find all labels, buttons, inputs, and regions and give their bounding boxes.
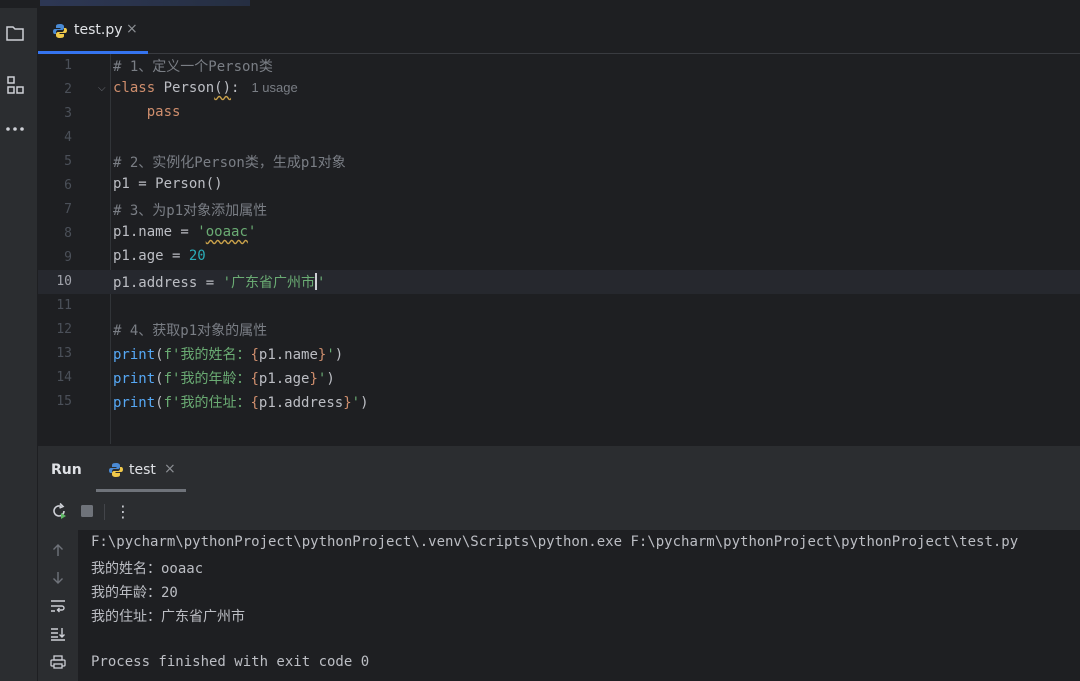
code-line[interactable]: 4 <box>38 126 1080 150</box>
code-text: p1.address = '广东省广州市 ' <box>113 273 326 291</box>
line-number: 7 <box>64 202 72 217</box>
code-line[interactable]: 2 ⌵ class Person(): 1 usage <box>38 78 1080 102</box>
code-line[interactable]: 8 p1.name = 'ooaac' <box>38 222 1080 246</box>
tab-label: test.py <box>74 22 123 38</box>
line-number: 4 <box>64 130 72 145</box>
print-icon[interactable] <box>48 652 68 672</box>
folder-icon[interactable] <box>4 22 26 44</box>
run-tab-indicator <box>96 489 186 492</box>
code-text: p1.name = 'ooaac' <box>113 224 257 240</box>
console-line: Process finished with exit code 0 <box>91 654 370 670</box>
code-text: pass <box>146 104 181 120</box>
options-icon[interactable]: ⋮ <box>112 500 134 522</box>
code-text: # 4、获取p1对象的属性 <box>113 323 268 339</box>
run-panel: Run test × ⋮ F:\pycharm\pythonProject\py… <box>38 446 1080 681</box>
line-number: 10 <box>56 274 72 289</box>
code-line[interactable]: 5 # 2、实例化Person类，生成p1对象 <box>38 150 1080 174</box>
fold-chevron-icon[interactable]: ⌵ <box>98 83 106 94</box>
console-line: F:\pycharm\pythonProject\pythonProject\.… <box>91 534 1019 550</box>
soft-wrap-icon[interactable] <box>48 596 68 616</box>
line-number: 1 <box>64 58 72 73</box>
window-top-glow <box>40 0 250 6</box>
tab-test-py[interactable]: test.py × <box>38 8 148 54</box>
code-text: # 3、为p1对象添加属性 <box>113 203 268 219</box>
left-tool-strip <box>0 8 38 681</box>
code-line[interactable]: 11 <box>38 294 1080 318</box>
line-number: 12 <box>56 322 72 337</box>
console-side-toolbar <box>38 530 78 681</box>
stop-icon[interactable] <box>76 500 98 522</box>
code-line[interactable]: 14 print(f'我的年龄：{p1.age}') <box>38 366 1080 390</box>
more-icon[interactable] <box>4 118 26 140</box>
code-text: # 2、实例化Person类，生成p1对象 <box>113 155 346 171</box>
code-line[interactable]: 1 # 1、定义一个Person类 <box>38 54 1080 78</box>
code-line[interactable]: 3 pass <box>38 102 1080 126</box>
code-line[interactable]: 15 print(f'我的住址：{p1.address}') <box>38 390 1080 414</box>
console-line: 我的住址：广东省广州市 <box>91 609 245 625</box>
usage-hint[interactable]: 1 usage <box>251 80 297 95</box>
line-number: 9 <box>64 250 72 265</box>
scroll-down-icon[interactable] <box>48 568 68 588</box>
toolbar-separator <box>104 504 105 520</box>
window-top-strip <box>0 0 1080 8</box>
code-line[interactable]: 13 print(f'我的姓名：{p1.name}') <box>38 342 1080 366</box>
run-panel-title: Run <box>51 462 82 478</box>
line-number: 13 <box>56 346 72 361</box>
code-line[interactable]: 12 # 4、获取p1对象的属性 <box>38 318 1080 342</box>
rerun-icon[interactable] <box>48 500 70 522</box>
line-number: 5 <box>64 154 72 169</box>
structure-icon[interactable] <box>4 74 26 96</box>
code-text: p1 = Person() <box>113 176 223 192</box>
text-caret <box>315 273 318 290</box>
code-text: print(f'我的年龄：{p1.age}') <box>113 371 335 387</box>
code-editor[interactable]: 1 # 1、定义一个Person类 2 ⌵ class Person(): 1 u… <box>38 54 1080 446</box>
line-number: 14 <box>56 370 72 385</box>
console-line: 我的姓名：ooaac <box>91 561 204 577</box>
code-text: print(f'我的住址：{p1.address}') <box>113 395 369 411</box>
code-text: p1.age = 20 <box>113 248 206 264</box>
code-line-current[interactable]: 10 p1.address = '广东省广州市 ' <box>38 270 1080 294</box>
line-number: 11 <box>56 298 72 313</box>
console-output[interactable]: F:\pycharm\pythonProject\pythonProject\.… <box>78 530 1080 681</box>
scroll-to-end-icon[interactable] <box>48 624 68 644</box>
run-tab-close-icon[interactable]: × <box>164 461 176 477</box>
run-tab-test[interactable]: test × <box>96 446 186 492</box>
run-tab-label: test <box>129 462 156 478</box>
scroll-up-icon[interactable] <box>48 540 68 560</box>
line-number: 3 <box>64 106 72 121</box>
code-text: print(f'我的姓名：{p1.name}') <box>113 347 344 363</box>
line-number: 15 <box>56 394 72 409</box>
editor-tab-bar: test.py × <box>38 8 1080 54</box>
line-number: 2 <box>64 82 72 97</box>
code-line[interactable]: 7 # 3、为p1对象添加属性 <box>38 198 1080 222</box>
code-line[interactable]: 9 p1.age = 20 <box>38 246 1080 270</box>
run-panel-header: Run test × <box>38 446 1080 492</box>
code-text: class Person(): 1 usage <box>113 80 298 96</box>
code-text: # 1、定义一个Person类 <box>113 59 273 75</box>
console-line: 我的年龄：20 <box>91 585 178 601</box>
line-number: 8 <box>64 226 72 241</box>
python-run-config-icon <box>109 463 123 477</box>
python-file-icon <box>53 24 67 38</box>
run-toolbar: ⋮ <box>38 494 1080 528</box>
tab-close-icon[interactable]: × <box>126 21 138 37</box>
line-number: 6 <box>64 178 72 193</box>
code-line[interactable]: 6 p1 = Person() <box>38 174 1080 198</box>
